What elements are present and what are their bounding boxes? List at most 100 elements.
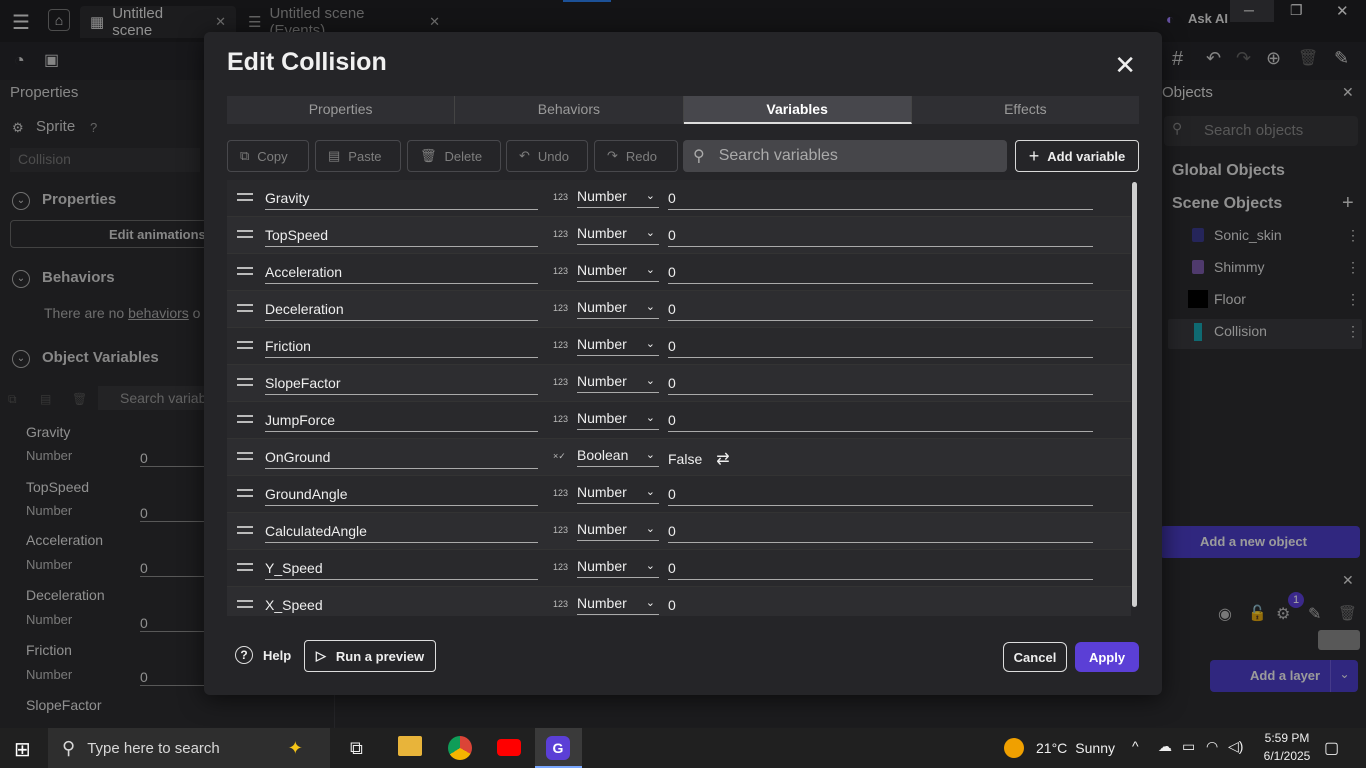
variable-row[interactable]: Friction 123 Number ⌄ 0 [227,328,1131,365]
battery-icon[interactable]: ▭ [1182,738,1195,755]
windows-start-icon[interactable]: ⊞ [14,737,31,762]
variable-type-select[interactable]: Number ⌄ [577,262,659,282]
variable-type-select[interactable]: Number ⌄ [577,299,659,319]
drag-handle-icon[interactable] [237,600,253,608]
variable-row[interactable]: GroundAngle 123 Number ⌄ 0 [227,476,1131,513]
variable-value-field[interactable]: 0 [668,301,1093,321]
variable-name-field[interactable]: SlopeFactor [265,375,538,395]
variable-name-field[interactable]: Friction [265,338,538,358]
variable-type-select[interactable]: Number ⌄ [577,373,659,393]
clock-date[interactable]: 6/1/2025 [1258,749,1316,763]
variable-row[interactable]: Y_Speed 123 Number ⌄ 0 [227,550,1131,587]
delete-button[interactable]: 🗑 Delete [407,140,501,172]
variable-value-field[interactable]: 0 [668,560,1093,580]
variable-row[interactable]: Gravity 123 Number ⌄ 0 [227,180,1131,217]
cloud-icon[interactable]: ☁ [1158,738,1172,755]
drag-handle-icon[interactable] [237,378,253,386]
drag-handle-icon[interactable] [237,526,253,534]
plus-icon: + [1028,145,1040,166]
chevron-down-icon: ⌄ [645,301,655,313]
variable-name-field[interactable]: Y_Speed [265,560,538,580]
variable-row[interactable]: TopSpeed 123 Number ⌄ 0 [227,217,1131,254]
variable-name-field[interactable]: Gravity [265,190,538,210]
variable-type-select[interactable]: Boolean ⌄ [577,447,659,467]
variable-row[interactable]: CalculatedAngle 123 Number ⌄ 0 [227,513,1131,550]
variable-value-field[interactable]: 0 [668,190,1093,210]
youtube-icon[interactable] [497,739,521,756]
variable-value-field[interactable]: 0 [668,375,1093,395]
variable-row[interactable]: JumpForce 123 Number ⌄ 0 [227,402,1131,439]
chevron-up-icon[interactable]: ^ [1132,738,1139,754]
variable-type-select[interactable]: Number ⌄ [577,336,659,356]
variable-value-field[interactable]: 0 [668,412,1093,432]
weather-widget[interactable]: 21°C Sunny [1004,728,1115,768]
notifications-icon[interactable]: ▢ [1324,738,1339,758]
drag-handle-icon[interactable] [237,230,253,238]
wifi-icon[interactable]: ◠ [1206,738,1218,755]
variable-type-select[interactable]: Number ⌄ [577,188,659,208]
variable-name-field[interactable]: CalculatedAngle [265,523,538,543]
drag-handle-icon[interactable] [237,452,253,460]
variable-type-label: Number [577,595,627,611]
variable-name-field[interactable]: TopSpeed [265,227,538,247]
variable-value-field[interactable]: 0 [668,264,1093,284]
drag-handle-icon[interactable] [237,489,253,497]
close-icon[interactable]: ✕ [1114,50,1136,81]
variable-type-select[interactable]: Number ⌄ [577,410,659,430]
variable-name-field[interactable]: JumpForce [265,412,538,432]
add-variable-button[interactable]: + Add variable [1015,140,1139,172]
apply-button[interactable]: Apply [1075,642,1139,672]
variable-type-select[interactable]: Number ⌄ [577,595,659,615]
variable-value-field[interactable]: 0 [668,227,1093,247]
run-preview-button[interactable]: ▷ Run a preview [304,640,436,672]
cancel-button[interactable]: Cancel [1003,642,1067,672]
paste-button[interactable]: ▤ Paste [315,140,401,172]
variable-value-field[interactable]: 0 [668,486,1093,506]
toggle-swap-icon[interactable]: ⇄ [716,451,729,468]
variable-name-field[interactable]: X_Speed [265,597,538,616]
tab-properties[interactable]: Properties [227,96,456,124]
variable-name-field[interactable]: Acceleration [265,264,538,284]
variable-row[interactable]: OnGround ×✓ Boolean ⌄ False ⇄ [227,439,1131,476]
taskbar-search[interactable]: ⚲ Type here to search ✦ [48,728,330,768]
variable-name-field[interactable]: Deceleration [265,301,538,321]
variable-type-select[interactable]: Number ⌄ [577,225,659,245]
variable-type-select[interactable]: Number ⌄ [577,558,659,578]
variable-type-select[interactable]: Number ⌄ [577,484,659,504]
variable-row[interactable]: SlopeFactor 123 Number ⌄ 0 [227,365,1131,402]
tab-behaviors[interactable]: Behaviors [455,96,684,124]
chevron-down-icon: ⌄ [645,190,655,202]
variable-value-field[interactable]: 0 [668,523,1093,543]
tab-variables[interactable]: Variables [683,96,912,124]
task-view-icon[interactable]: ⧉ [350,738,363,759]
tab-effects[interactable]: Effects [912,96,1139,124]
variable-row[interactable]: Deceleration 123 Number ⌄ 0 [227,291,1131,328]
number-type-icon: 123 [553,303,569,313]
variable-value-field[interactable]: 0 [668,597,1093,616]
drag-handle-icon[interactable] [237,563,253,571]
redo-button[interactable]: ↷ Redo [594,140,678,172]
variable-type-select[interactable]: Number ⌄ [577,521,659,541]
undo-button[interactable]: ↶ Undo [506,140,588,172]
variable-name-field[interactable]: GroundAngle [265,486,538,506]
play-icon: ▷ [315,648,326,663]
variable-value-field[interactable]: False ⇄ [668,449,1093,472]
volume-icon[interactable]: ◁) [1228,738,1243,755]
chrome-icon[interactable] [448,736,472,760]
variable-name-field[interactable]: OnGround [265,449,538,469]
scrollbar[interactable] [1132,182,1137,607]
clock-time[interactable]: 5:59 PM [1262,731,1312,745]
variable-row[interactable]: Acceleration 123 Number ⌄ 0 [227,254,1131,291]
chevron-down-icon: ⌄ [645,338,655,350]
copy-button[interactable]: ⧉ Copy [227,140,309,172]
drag-handle-icon[interactable] [237,415,253,423]
help-button[interactable]: ? Help [235,646,291,664]
variable-value-field[interactable]: 0 [668,338,1093,358]
search-variables-input[interactable]: ⚲ Search variables [683,140,1007,172]
drag-handle-icon[interactable] [237,304,253,312]
drag-handle-icon[interactable] [237,193,253,201]
drag-handle-icon[interactable] [237,341,253,349]
variable-row[interactable]: X_Speed 123 Number ⌄ 0 [227,587,1131,616]
file-explorer-icon[interactable] [398,736,422,756]
drag-handle-icon[interactable] [237,267,253,275]
